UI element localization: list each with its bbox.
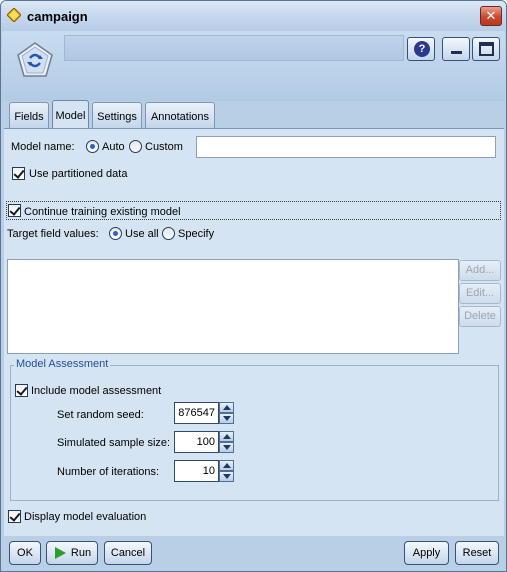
sample-size-label: Simulated sample size: [57,437,171,449]
iterations-spinner-arrows[interactable] [219,460,234,482]
auto-label: Auto [102,141,125,153]
spin-down-icon[interactable] [219,442,234,453]
model-name-label: Model name: [11,141,75,153]
iterations-value: 10 [202,465,215,477]
continue-training-checkbox[interactable] [8,204,21,217]
display-evaluation-checkbox[interactable] [8,510,21,523]
run-label: Run [70,547,92,559]
description-field[interactable] [64,35,404,61]
help-button[interactable]: ? [407,37,435,61]
maximize-icon [479,42,494,56]
use-all-radio[interactable] [109,227,122,240]
target-values-label: Target field values: [7,228,99,240]
spin-up-icon[interactable] [219,460,234,471]
spin-up-icon[interactable] [219,431,234,442]
apply-button[interactable]: Apply [404,541,449,565]
tab-fields[interactable]: Fields [9,102,49,128]
model-panel: Model name: Auto Custom Use partitioned … [4,128,504,536]
seed-spinner-arrows[interactable] [219,402,234,424]
use-partitioned-label: Use partitioned data [29,168,128,180]
specify-label: Specify [178,228,215,240]
continue-training-label: Continue training existing model [24,206,181,218]
window-title: campaign [27,9,88,24]
custom-radio[interactable] [129,140,142,153]
ok-button[interactable]: OK [9,541,41,565]
minimize-button[interactable] [442,37,470,61]
use-all-label: Use all [125,228,159,240]
model-assessment-title: Model Assessment [14,358,111,370]
include-assessment-checkbox[interactable] [15,384,28,397]
node-header: ? [2,31,505,101]
spin-down-icon[interactable] [219,471,234,482]
diamond-app-icon [7,8,21,22]
close-icon: ✕ [485,8,497,23]
iterations-label: Number of iterations: [57,466,160,478]
tab-model[interactable]: Model [52,100,89,128]
dialog-window: campaign ✕ ? Fields Model Settings Annot… [0,0,507,572]
custom-label: Custom [145,141,183,153]
reset-button[interactable]: Reset [455,541,499,565]
auto-radio[interactable] [86,140,99,153]
seed-value: 876547 [178,407,215,419]
tab-annotations[interactable]: Annotations [145,102,215,128]
tab-settings[interactable]: Settings [92,102,142,128]
add-button[interactable]: Add... [459,260,501,281]
minimize-icon [451,51,462,54]
spin-up-icon[interactable] [219,402,234,413]
sample-size-value: 100 [196,436,215,448]
node-pentagon-icon [17,42,53,77]
specify-radio[interactable] [162,227,175,240]
target-values-list[interactable] [7,259,459,354]
seed-spinner[interactable]: 876547 [174,402,234,424]
model-name-input[interactable] [196,136,496,158]
use-partitioned-checkbox[interactable] [12,167,25,180]
title-bar: campaign ✕ [1,1,506,31]
include-assessment-label: Include model assessment [31,385,162,397]
maximize-button[interactable] [472,37,500,61]
display-evaluation-label: Display model evaluation [24,511,147,523]
cancel-button[interactable]: Cancel [104,541,152,565]
sample-size-spinner-arrows[interactable] [219,431,234,453]
run-button[interactable]: Run [46,541,98,565]
iterations-spinner[interactable]: 10 [174,460,234,482]
sample-size-spinner[interactable]: 100 [174,431,234,453]
delete-button[interactable]: Delete [459,306,501,327]
spin-down-icon[interactable] [219,413,234,424]
help-icon: ? [414,41,430,57]
edit-button[interactable]: Edit... [459,283,501,304]
seed-label: Set random seed: [57,409,144,421]
close-button[interactable]: ✕ [480,6,502,26]
run-icon [55,547,66,559]
